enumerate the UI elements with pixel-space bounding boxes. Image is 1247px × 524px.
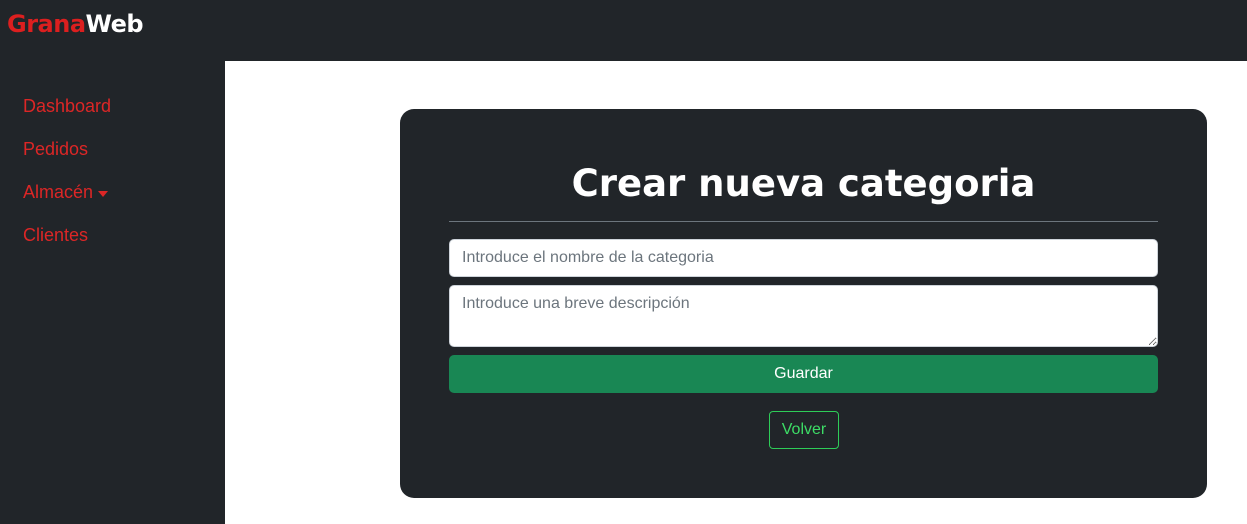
brand-logo[interactable]: GranaWeb bbox=[7, 9, 144, 39]
category-description-textarea[interactable] bbox=[449, 285, 1158, 347]
caret-down-icon bbox=[98, 190, 109, 197]
sidebar-item-pedidos[interactable]: Pedidos bbox=[23, 139, 88, 160]
brand-name-part2: Web bbox=[85, 10, 144, 38]
sidebar-item-clientes[interactable]: Clientes bbox=[23, 225, 88, 246]
category-name-input[interactable] bbox=[449, 239, 1158, 277]
brand-name-part1: Grana bbox=[7, 10, 86, 38]
sidebar-item-dashboard[interactable]: Dashboard bbox=[23, 96, 111, 117]
title-divider bbox=[449, 221, 1158, 222]
create-category-card: Crear nueva categoria Guardar Volver bbox=[400, 109, 1207, 498]
top-navbar: GranaWeb bbox=[0, 0, 1247, 61]
sidebar-item-label: Dashboard bbox=[23, 96, 112, 116]
sidebar-item-label: Clientes bbox=[23, 225, 89, 245]
back-button[interactable]: Volver bbox=[769, 411, 839, 449]
sidebar-item-label: Pedidos bbox=[23, 139, 89, 159]
sidebar-item-almacen[interactable]: Almacén bbox=[23, 182, 109, 203]
sidebar: Dashboard Pedidos Almacén Clientes bbox=[0, 61, 225, 524]
save-button[interactable]: Guardar bbox=[449, 355, 1158, 393]
page-title: Crear nueva categoria bbox=[571, 162, 1036, 205]
sidebar-item-label: Almacén bbox=[23, 182, 94, 202]
